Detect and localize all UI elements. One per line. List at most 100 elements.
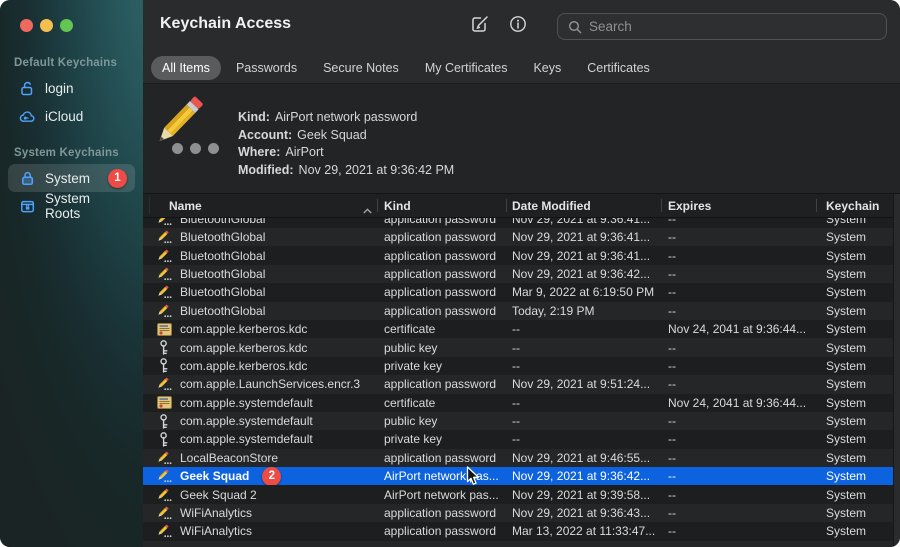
tab-all-items[interactable]: All Items bbox=[151, 55, 221, 80]
search-placeholder: Search bbox=[589, 19, 632, 34]
cell-kind: private key bbox=[384, 432, 443, 447]
detail-panel: Kind: AirPort network password Account: Gee… bbox=[143, 85, 900, 194]
tab-passwords[interactable]: Passwords bbox=[225, 56, 308, 80]
key-icon bbox=[156, 358, 172, 374]
table-row[interactable]: Geek Squad 2 AirPort network pas... Nov 29… bbox=[143, 485, 893, 504]
cell-modified: -- bbox=[512, 340, 520, 355]
column-header-name[interactable]: Name bbox=[143, 194, 377, 217]
table-row[interactable]: com.apple.kerberos.kdc private key -- -- Sys… bbox=[143, 356, 893, 376]
detail-field: Where: AirPort bbox=[238, 144, 454, 162]
column-divider bbox=[506, 199, 507, 212]
tab-keys[interactable]: Keys bbox=[522, 56, 572, 80]
info-button[interactable] bbox=[506, 15, 530, 37]
cell-kind: certificate bbox=[384, 322, 436, 337]
zoom-button[interactable] bbox=[60, 19, 73, 32]
cell-name: BluetoothGlobal bbox=[143, 218, 377, 228]
cell-expires: -- bbox=[668, 377, 676, 392]
cell-expires: -- bbox=[668, 487, 676, 502]
table-row[interactable]: com.apple.systemdefault private key -- -- Sy… bbox=[143, 430, 893, 449]
table-row[interactable]: BluetoothGlobal application password Mar 9… bbox=[143, 283, 893, 302]
column-header-kind[interactable]: Kind bbox=[377, 194, 506, 217]
cell-expires: -- bbox=[668, 266, 676, 281]
cell-keychain: System bbox=[826, 506, 867, 521]
tab-secure-notes[interactable]: Secure Notes bbox=[312, 56, 410, 80]
scrollbar-track[interactable] bbox=[893, 194, 900, 547]
password-icon bbox=[156, 248, 172, 264]
table-row[interactable]: BluetoothGlobal application password Nov 2… bbox=[143, 218, 893, 228]
item-name: BluetoothGlobal bbox=[180, 218, 266, 226]
column-header-label: Keychain bbox=[826, 198, 880, 213]
table-row[interactable]: com.apple.systemdefault certificate -- Nov … bbox=[143, 393, 893, 412]
item-name: BluetoothGlobal bbox=[180, 266, 266, 281]
table-row[interactable]: LocalBeaconStore application password Nov … bbox=[143, 448, 893, 468]
cell-modified: -- bbox=[512, 414, 520, 429]
sidebar-item-system[interactable]: System 1 bbox=[8, 164, 135, 192]
column-header-label: Name bbox=[169, 198, 202, 213]
certificate-icon bbox=[156, 321, 172, 337]
new-item-button[interactable] bbox=[468, 15, 492, 37]
tab-my-certificates[interactable]: My Certificates bbox=[414, 56, 519, 80]
key-icon bbox=[156, 340, 172, 356]
table-row[interactable]: com.apple.LaunchServices.encr.3 applicati… bbox=[143, 375, 893, 394]
cell-name: LocalBeaconStore bbox=[143, 449, 377, 467]
cell-name: BluetoothGlobal bbox=[143, 228, 377, 246]
column-header-keychain[interactable]: Keychain bbox=[816, 194, 900, 217]
cell-expires: -- bbox=[668, 218, 676, 226]
cell-name: com.apple.kerberos.kdc bbox=[143, 357, 377, 375]
cell-expires: -- bbox=[668, 230, 676, 245]
info-icon bbox=[508, 14, 528, 39]
cell-name: BluetoothGlobal bbox=[143, 246, 377, 264]
cell-name: WiFiAnalytics bbox=[143, 522, 377, 540]
table-row[interactable]: WiFiAnalytics application password Mar 13,… bbox=[143, 522, 893, 541]
sidebar-item-system-roots[interactable]: System Roots bbox=[8, 191, 135, 221]
column-header-expires[interactable]: Expires bbox=[661, 194, 816, 217]
cell-name: com.apple.kerberos.kdc bbox=[143, 338, 377, 356]
item-name: BluetoothGlobal bbox=[180, 303, 266, 318]
detail-fields: Kind: AirPort network password Account: Gee… bbox=[238, 109, 454, 179]
table-row[interactable]: com.apple.systemdefault public key -- -- Sys… bbox=[143, 411, 893, 431]
minimize-button[interactable] bbox=[40, 19, 53, 32]
sidebar-item-login[interactable]: login bbox=[8, 74, 135, 102]
tab-certificates[interactable]: Certificates bbox=[576, 56, 661, 80]
sidebar: Default Keychains login iCloud System Keyc… bbox=[0, 0, 143, 547]
password-icon bbox=[156, 487, 172, 503]
table-row[interactable]: com.apple.kerberos.kdc certificate -- Nov 2… bbox=[143, 319, 893, 339]
close-button[interactable] bbox=[20, 19, 33, 32]
cell-expires: -- bbox=[668, 450, 676, 465]
column-header-date-modified[interactable]: Date Modified bbox=[506, 194, 661, 217]
table-row[interactable]: BluetoothGlobal application password Nov 2… bbox=[143, 264, 893, 284]
table-row[interactable]: BluetoothGlobal application password Nov 2… bbox=[143, 246, 893, 265]
cell-modified: Nov 29, 2021 at 9:36:41... bbox=[512, 218, 651, 226]
cell-keychain: System bbox=[826, 230, 867, 245]
notification-badge: 2 bbox=[262, 467, 282, 486]
password-icon bbox=[156, 523, 172, 539]
cell-modified: Nov 29, 2021 at 9:36:42... bbox=[512, 469, 651, 484]
sidebar-item-icloud[interactable]: iCloud bbox=[8, 102, 135, 130]
table-row[interactable]: BluetoothGlobal application password Nov 2… bbox=[143, 228, 893, 247]
password-icon bbox=[156, 284, 172, 300]
table-row[interactable]: Geek Squad 2 AirPort network pas... Nov 29,… bbox=[143, 467, 893, 486]
detail-field-value: AirPort network password bbox=[274, 110, 418, 124]
cell-keychain: System bbox=[826, 450, 867, 465]
cell-modified: Mar 13, 2022 at 11:33:47... bbox=[512, 524, 656, 539]
cell-modified: -- bbox=[512, 358, 520, 373]
table-row[interactable]: WiFiAnalytics application password Nov 29,… bbox=[143, 503, 893, 523]
cell-keychain: System bbox=[826, 469, 867, 484]
cell-keychain: System bbox=[826, 266, 867, 281]
cell-expires: -- bbox=[668, 414, 676, 429]
table-row[interactable]: com.apple.kerberos.kdc public key -- -- Syst… bbox=[143, 338, 893, 357]
cell-kind: public key bbox=[384, 340, 438, 355]
item-name: com.apple.kerberos.kdc bbox=[180, 358, 308, 373]
sidebar-section-default-keychains: Default Keychains login iCloud bbox=[0, 52, 143, 130]
cell-kind: application password bbox=[384, 377, 497, 392]
sort-ascending-icon bbox=[363, 203, 372, 217]
titlebar: Keychain Access Search bbox=[143, 0, 900, 52]
table-row[interactable]: BluetoothGlobal application password Today… bbox=[143, 301, 893, 320]
cell-kind: application password bbox=[384, 285, 497, 300]
item-name: BluetoothGlobal bbox=[180, 248, 266, 263]
cell-modified: -- bbox=[512, 432, 520, 447]
search-input[interactable]: Search bbox=[557, 13, 887, 40]
detail-field-label: Modified: bbox=[238, 162, 294, 177]
password-icon bbox=[156, 376, 172, 392]
cell-modified: Nov 29, 2021 at 9:36:41... bbox=[512, 230, 651, 245]
